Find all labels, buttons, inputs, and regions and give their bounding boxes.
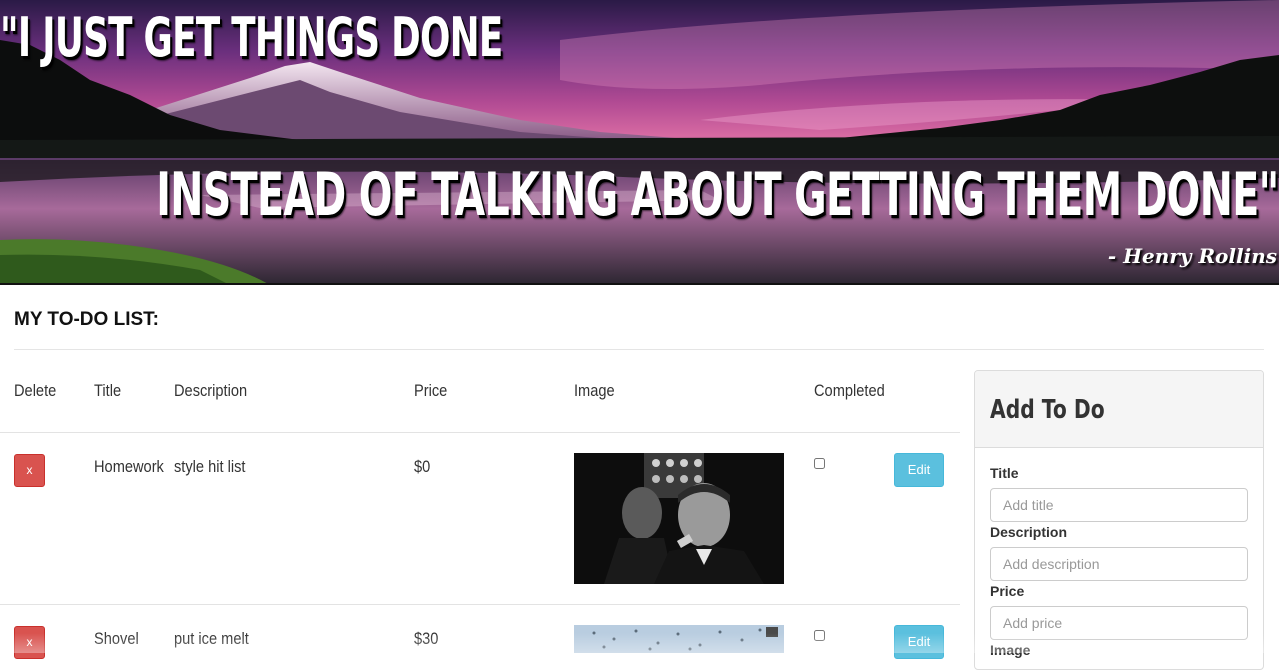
panel-header: Add To Do	[975, 371, 1263, 448]
row-image	[574, 625, 784, 653]
completed-checkbox[interactable]	[814, 630, 825, 641]
description-input[interactable]	[990, 547, 1248, 581]
header-divider	[0, 432, 960, 433]
hero-quote-line-2: instead of talking about getting them do…	[156, 160, 1279, 230]
hero-quote-line-1: "I just get things done	[0, 6, 503, 69]
row-description: put ice melt	[174, 629, 249, 648]
list-heading: MY TO-DO LIST:	[14, 309, 159, 330]
title-input[interactable]	[990, 488, 1248, 522]
column-header-completed: Completed	[814, 381, 885, 400]
black-and-white-movie-still-icon	[574, 453, 784, 584]
panel-title: Add To Do	[990, 395, 1105, 425]
add-todo-panel: Add To Do Title Description Price Image	[974, 370, 1264, 670]
completed-checkbox[interactable]	[814, 458, 825, 469]
column-header-title: Title	[94, 381, 122, 400]
edit-button[interactable]: Edit	[894, 625, 944, 659]
delete-button[interactable]: x	[14, 454, 45, 487]
edit-button[interactable]: Edit	[894, 453, 944, 487]
column-header-image: Image	[574, 381, 615, 400]
column-header-price: Price	[414, 381, 448, 400]
price-input[interactable]	[990, 606, 1248, 640]
hero-quote-author: - Henry Rollins	[1107, 244, 1277, 268]
row-title: Shovel	[94, 629, 139, 648]
row-description: style hit list	[174, 457, 246, 476]
column-header-description: Description	[174, 381, 248, 400]
row-price: $30	[414, 629, 439, 648]
title-label: Title	[990, 465, 1019, 481]
snowy-sky-photo-icon	[574, 625, 784, 653]
row-price: $0	[414, 457, 431, 476]
price-label: Price	[990, 583, 1025, 599]
image-label: Image	[990, 642, 1031, 658]
row-divider	[0, 604, 960, 605]
delete-button[interactable]: x	[14, 626, 45, 659]
row-image	[574, 453, 784, 584]
description-label: Description	[990, 524, 1068, 540]
heading-divider	[14, 349, 1264, 350]
hero-banner: "I just get things done instead of talki…	[0, 0, 1279, 285]
column-header-delete: Delete	[14, 381, 57, 400]
row-title: Homework	[94, 457, 164, 476]
